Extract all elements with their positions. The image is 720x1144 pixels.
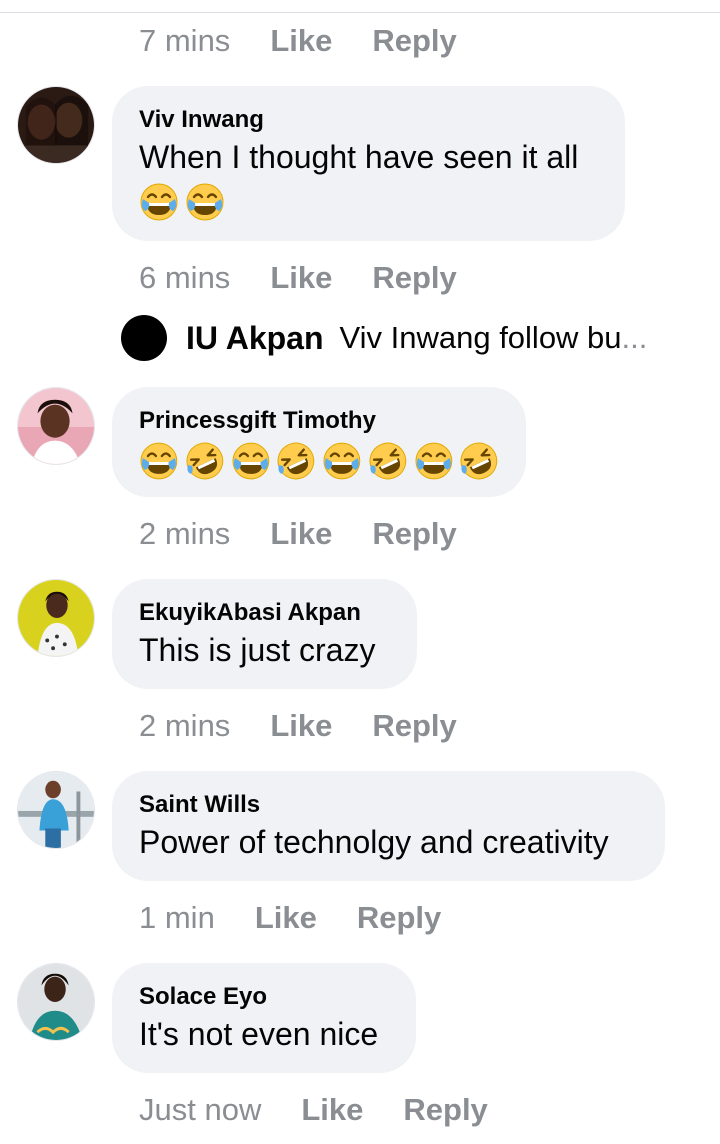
comment-bubble[interactable]: Viv Inwang When I thought have seen it a… [112,86,625,241]
joy-emoji-icon [139,441,179,481]
reply-button[interactable]: Reply [357,900,441,936]
avatar[interactable] [17,86,95,164]
joy-emoji-icon [231,441,271,481]
divider [0,12,720,13]
reply-button[interactable]: Reply [372,516,456,552]
commenter-name[interactable]: Viv Inwang [139,104,598,136]
commenter-name[interactable]: EkuyikAbasi Akpan [139,597,390,629]
comment-actions: 2 mins Like Reply [139,704,457,748]
comment-actions: 6 mins Like Reply [139,256,457,300]
like-button[interactable]: Like [301,1092,363,1128]
like-button[interactable]: Like [270,516,332,552]
comment-actions: Just now Like Reply [139,1088,488,1132]
joy-emoji-icon [414,441,454,481]
commenter-name[interactable]: Princessgift Timothy [139,405,499,437]
reply-button[interactable]: Reply [403,1092,487,1128]
reply-snippet: Viv Inwang follow bu [339,320,622,355]
comment-time[interactable]: 2 mins [139,708,230,744]
comment-actions: 1 min Like Reply [139,896,441,940]
avatar[interactable] [17,579,95,657]
reply-avatar[interactable] [121,315,167,361]
avatar[interactable] [17,963,95,1041]
comment-bubble[interactable]: Solace Eyo It's not even nice [112,963,416,1073]
rofl-emoji-icon [185,441,225,481]
rofl-emoji-icon [459,441,499,481]
comment-time[interactable]: 6 mins [139,260,230,296]
reply-ellipsis: ... [621,320,648,355]
like-button[interactable]: Like [270,23,332,59]
comment-text: When I thought have seen it all [139,139,579,175]
avatar[interactable] [17,387,95,465]
reply-button[interactable]: Reply [372,260,456,296]
comment-actions: 2 mins Like Reply [139,512,457,556]
comment-time[interactable]: 7 mins [139,23,230,59]
comment-text: It's not even nice [139,1016,379,1052]
commenter-name[interactable]: Saint Wills [139,789,638,821]
reply-preview[interactable]: IU Akpan Viv Inwang follow bu ... [121,315,647,361]
like-button[interactable]: Like [270,708,332,744]
comment-time[interactable]: 1 min [139,900,215,936]
comment-bubble[interactable]: Saint Wills Power of technolgy and creat… [112,771,665,881]
joy-emoji-icon [139,182,179,222]
joy-emoji-icon [322,441,362,481]
rofl-emoji-icon [276,441,316,481]
comment-text: Power of technolgy and creativity [139,824,609,860]
comment-text: This is just crazy [139,632,376,668]
emoji-row [139,182,598,222]
comment-actions: 7 mins Like Reply [139,19,457,63]
like-button[interactable]: Like [270,260,332,296]
commenter-name[interactable]: Solace Eyo [139,981,389,1013]
rofl-emoji-icon [368,441,408,481]
comment-bubble[interactable]: EkuyikAbasi Akpan This is just crazy [112,579,417,689]
reply-button[interactable]: Reply [372,708,456,744]
avatar[interactable] [17,771,95,849]
reply-button[interactable]: Reply [372,23,456,59]
joy-emoji-icon [185,182,225,222]
comment-time[interactable]: 2 mins [139,516,230,552]
like-button[interactable]: Like [255,900,317,936]
comment-bubble[interactable]: Princessgift Timothy [112,387,526,497]
reply-author-name[interactable]: IU Akpan [186,320,324,357]
emoji-row [139,441,499,481]
comment-time[interactable]: Just now [139,1092,261,1128]
